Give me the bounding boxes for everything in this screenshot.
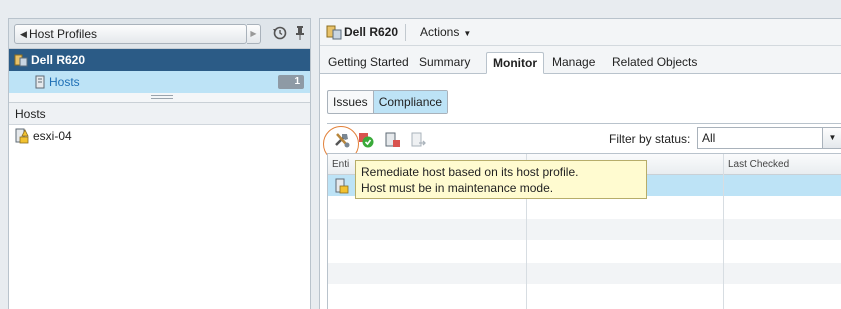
host-name: esxi-04 [33,129,72,143]
export-host-icon[interactable] [408,130,428,150]
hosts-item-label: Hosts [49,75,80,89]
tab-summary[interactable]: Summary [413,52,476,74]
tab-related-objects[interactable]: Related Objects [606,52,703,74]
pin-icon[interactable] [295,25,305,41]
column-header-last-checked[interactable]: Last Checked [724,154,789,175]
remediate-tooltip: Remediate host based on its host profile… [355,160,647,199]
chevron-down-icon: ▼ [463,29,472,38]
header-divider [405,24,406,41]
history-icon[interactable] [272,25,288,41]
back-arrow-icon: ◀ [20,29,27,39]
hosts-count-badge: 1 [278,75,304,89]
tab-getting-started[interactable]: Getting Started [322,52,415,74]
object-header: Dell R620 Actions ▼ [320,19,841,46]
filter-status-select[interactable]: All ▼ [697,127,841,149]
host-profile-icon [326,25,342,40]
host-icon [35,75,45,89]
main-tabs: Getting Started Summary Monitor Manage R… [320,46,841,74]
tab-monitor[interactable]: Monitor [486,52,544,74]
table-row [328,219,841,241]
tab-manage[interactable]: Manage [546,52,601,74]
column-header-entity[interactable]: Enti [328,154,349,175]
attach-host-icon[interactable] [382,130,402,150]
host-profile-icon [14,54,28,67]
panel-splitter[interactable] [9,93,310,103]
actions-menu[interactable]: Actions ▼ [420,19,471,47]
object-title: Dell R620 [344,25,399,39]
profile-title[interactable]: Dell R620 [9,49,310,71]
table-row [328,263,841,285]
forward-button[interactable]: ▶ [247,24,261,44]
content-divider [327,123,841,124]
host-warning-icon [335,178,349,194]
host-warning-icon [15,128,29,144]
table-row [328,241,841,263]
filter-status-label: Filter by status: [609,132,691,146]
table-row [328,197,841,219]
column-divider [723,154,724,309]
back-button-label: Host Profiles [29,27,98,41]
sidebar-item-hosts[interactable]: Hosts 1 [9,71,310,93]
hosts-section-title: Hosts [9,103,310,125]
monitor-subtabs: Issues Compliance [327,90,449,114]
navigator-panel: ◀ Host Profiles ▶ Dell R620 Hosts 1 Host… [8,18,311,309]
subtab-issues[interactable]: Issues [328,91,373,113]
table-row [328,285,841,307]
tooltip-line-1: Remediate host based on its host profile… [361,165,579,179]
remediate-icon[interactable] [332,130,352,150]
filter-status-value: All [702,131,716,145]
host-list-item[interactable]: esxi-04 [9,125,310,147]
profile-title-label: Dell R620 [31,53,86,67]
check-compliance-icon[interactable] [356,130,376,150]
subtab-compliance[interactable]: Compliance [372,91,448,113]
actions-label: Actions [420,25,460,39]
chevron-down-icon: ▼ [822,128,841,148]
splitter-grip [151,95,173,99]
back-to-host-profiles-button[interactable]: ◀ Host Profiles [14,24,247,44]
tooltip-line-2: Host must be in maintenance mode. [361,181,554,195]
navigator-toolbar: ◀ Host Profiles ▶ [9,19,310,49]
